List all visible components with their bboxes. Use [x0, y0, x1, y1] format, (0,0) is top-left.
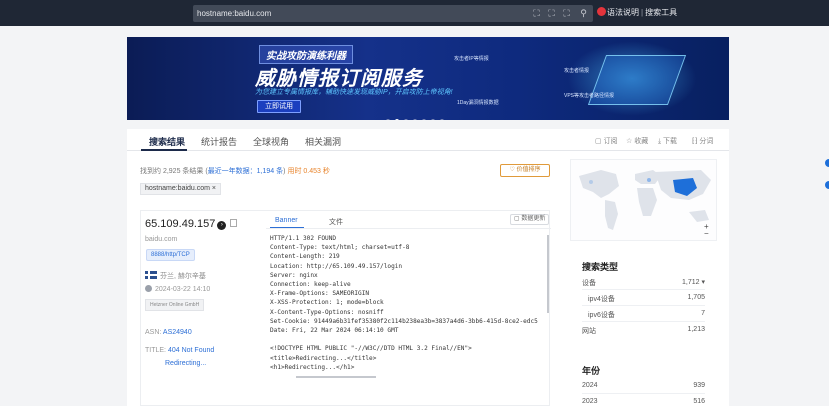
banner-subtitle: 为您建立专属情报库，辅助快速发现威胁IP，开启攻防上帝视角!: [255, 89, 453, 96]
query-time: 用时 0.453 秒: [287, 168, 330, 175]
result-domain[interactable]: baidu.com: [145, 236, 177, 243]
finland-flag-icon: [145, 271, 157, 279]
asn-link[interactable]: AS24940: [163, 329, 192, 336]
result-card: 65.109.49.157 › baidu.com 8888/http/TCP 芬…: [140, 210, 551, 406]
banner-label: 攻击者IP等情报: [454, 56, 489, 62]
syntax-help-link[interactable]: 语法说明: [607, 8, 639, 17]
banner-try-button[interactable]: 立即试用: [257, 100, 301, 113]
filter-tag[interactable]: hostname:baidu.com ×: [140, 183, 222, 195]
top-bar: hostname:baidu.com ⛶ ⛶ ⛶ ⚲ 语法说明 | 搜索工具: [0, 0, 829, 26]
org-badge[interactable]: Hetzner Online GmbH: [145, 299, 205, 311]
banner-code-line: Server: nginx: [270, 271, 318, 279]
carousel-dot[interactable]: [431, 119, 435, 120]
capture-icon[interactable]: ⛶: [561, 8, 572, 19]
results-panel: 搜索结果 统计报告 全球视角 相关漏洞 ▢ 订阅 ☆ 收藏 ⤓ 下载 ⁅⁆ 分词…: [127, 129, 729, 406]
banner-code-line: Location: http://65.109.49.157/login: [270, 262, 403, 270]
result-ip[interactable]: 65.109.49.157 ›: [145, 218, 238, 230]
redirect-text: Redirecting...: [165, 360, 207, 367]
carousel-dot[interactable]: [440, 119, 444, 120]
banner-code-line: Set-Cookie: 91449a6b31fef35380f2c114b238…: [270, 317, 538, 325]
search-input[interactable]: hostname:baidu.com ⛶ ⛶ ⛶ ⚲: [193, 5, 593, 22]
search-query: hostname:baidu.com: [197, 9, 272, 18]
facet-row-ipv4[interactable]: ipv4设备 1,705: [582, 294, 705, 304]
banner-code-line: <!DOCTYPE HTML PUBLIC "-//W3C//DTD HTML …: [270, 345, 472, 353]
tab-stats-report[interactable]: 统计报告: [201, 135, 237, 148]
target-icon[interactable]: ⛶: [546, 8, 557, 19]
tokenize-button[interactable]: ⁅⁆ 分词: [692, 136, 713, 146]
banner-code-line: Content-Length: 219: [270, 253, 340, 261]
search-type-heading: 搜索类型: [582, 262, 619, 272]
clock-icon: [145, 285, 152, 292]
horizontal-scrollbar[interactable]: [296, 376, 376, 378]
download-button[interactable]: ⤓ 下载: [658, 136, 677, 146]
tab-banner[interactable]: Banner: [275, 217, 298, 224]
logo-icon: [597, 7, 606, 16]
top-links: 语法说明 | 搜索工具: [597, 6, 677, 20]
world-map[interactable]: + −: [570, 159, 717, 241]
banner-label: VPS等攻击者路径情报: [564, 93, 615, 99]
value-sort-button[interactable]: ♡ 价值排序: [500, 164, 550, 177]
carousel-dot[interactable]: [422, 119, 426, 120]
banner-label: 攻击者情报: [564, 68, 590, 74]
port-badge[interactable]: 8888/http/TCP: [146, 249, 195, 261]
map-zoom-control[interactable]: + −: [704, 223, 709, 238]
promo-banner[interactable]: 实战攻防演练利器 威胁情报订阅服务 为您建立专属情报库，辅助快速发现威胁IP，开…: [127, 37, 729, 120]
banner-code-line: X-Frame-Options: SAMEORIGIN: [270, 290, 370, 298]
banner-code-line: X-XSS-Protection: 1; mode=block: [270, 299, 384, 307]
banner-code: HTTP/1.1 302 FOUND Content-Type: text/htm…: [270, 234, 551, 384]
tab-search-results[interactable]: 搜索结果: [149, 135, 185, 148]
banner-code-line: <title>Redirecting...</title>: [270, 354, 377, 362]
tab-related-vulns[interactable]: 相关漏洞: [305, 135, 341, 148]
open-ip-icon[interactable]: ›: [217, 221, 227, 230]
result-time: 2024-03-22 14:10: [145, 285, 210, 293]
tab-files[interactable]: 文件: [329, 217, 343, 227]
favorite-button[interactable]: ☆ 收藏: [626, 136, 648, 146]
refresh-data-button[interactable]: ▢ 数据更新: [510, 214, 550, 225]
banner-code-line: Connection: keep-alive: [270, 281, 351, 289]
result-location: 芬兰, 赫尔辛基: [145, 271, 206, 281]
facet-row-2024[interactable]: 2024 939: [582, 382, 705, 389]
carousel-dot[interactable]: [395, 119, 399, 120]
recent-data-link[interactable]: 最近一年数据：1,194 条: [208, 168, 283, 175]
result-asn: ASN: AS24940: [145, 329, 192, 336]
banner-code-line: [270, 335, 551, 344]
facet-row-website[interactable]: 网站 1,213: [582, 326, 705, 336]
vertical-scrollbar[interactable]: [547, 235, 549, 313]
banner-code-line: HTTP/1.1 302 FOUND: [270, 235, 337, 242]
search-tools-link[interactable]: 搜索工具: [645, 8, 677, 17]
banner-code-line: X-Content-Type-Options: nosniff: [270, 308, 384, 316]
facet-row-2023[interactable]: 2023 516: [582, 398, 705, 405]
banner-info-panel: Banner 文件 ▢ 数据更新 HTTP/1.1 302 FOUND Conte…: [266, 211, 551, 406]
floating-widget[interactable]: [825, 181, 829, 189]
result-title: TITLE: 404 Not Found: [145, 347, 215, 354]
banner-code-line: Content-Type: text/html; charset=utf-8: [270, 244, 410, 252]
search-icon[interactable]: ⚲: [578, 8, 589, 19]
carousel-dot[interactable]: [386, 119, 390, 120]
banner-code-line: <h1>Redirecting...</h1>: [270, 363, 355, 371]
tab-global-view[interactable]: 全球视角: [253, 135, 289, 148]
banner-label: 1Day漏洞情报数据: [457, 100, 499, 106]
carousel-dot[interactable]: [404, 119, 408, 120]
world-map-graphic: [579, 170, 711, 230]
facet-row-device[interactable]: 设备 1,712 ▾: [582, 278, 705, 288]
facet-row-ipv6[interactable]: ipv6设备 7: [582, 310, 705, 320]
scan-icon[interactable]: ⛶: [531, 8, 542, 19]
year-heading: 年份: [582, 366, 601, 376]
banner-code-line: Date: Fri, 22 Mar 2024 06:14:10 GMT: [270, 327, 399, 335]
copy-icon[interactable]: [230, 219, 238, 227]
active-tab-indicator: [141, 149, 187, 151]
result-stats: 找到约 2,925 条结果 (最近一年数据：1,194 条) 用时 0.453 …: [140, 168, 330, 175]
carousel-dots: [386, 110, 449, 120]
floating-widget[interactable]: [825, 159, 829, 167]
result-tabs: 搜索结果 统计报告 全球视角 相关漏洞 ▢ 订阅 ☆ 收藏 ⤓ 下载 ⁅⁆ 分词: [127, 129, 729, 151]
subscribe-button[interactable]: ▢ 订阅: [595, 136, 618, 146]
carousel-dot[interactable]: [413, 119, 417, 120]
